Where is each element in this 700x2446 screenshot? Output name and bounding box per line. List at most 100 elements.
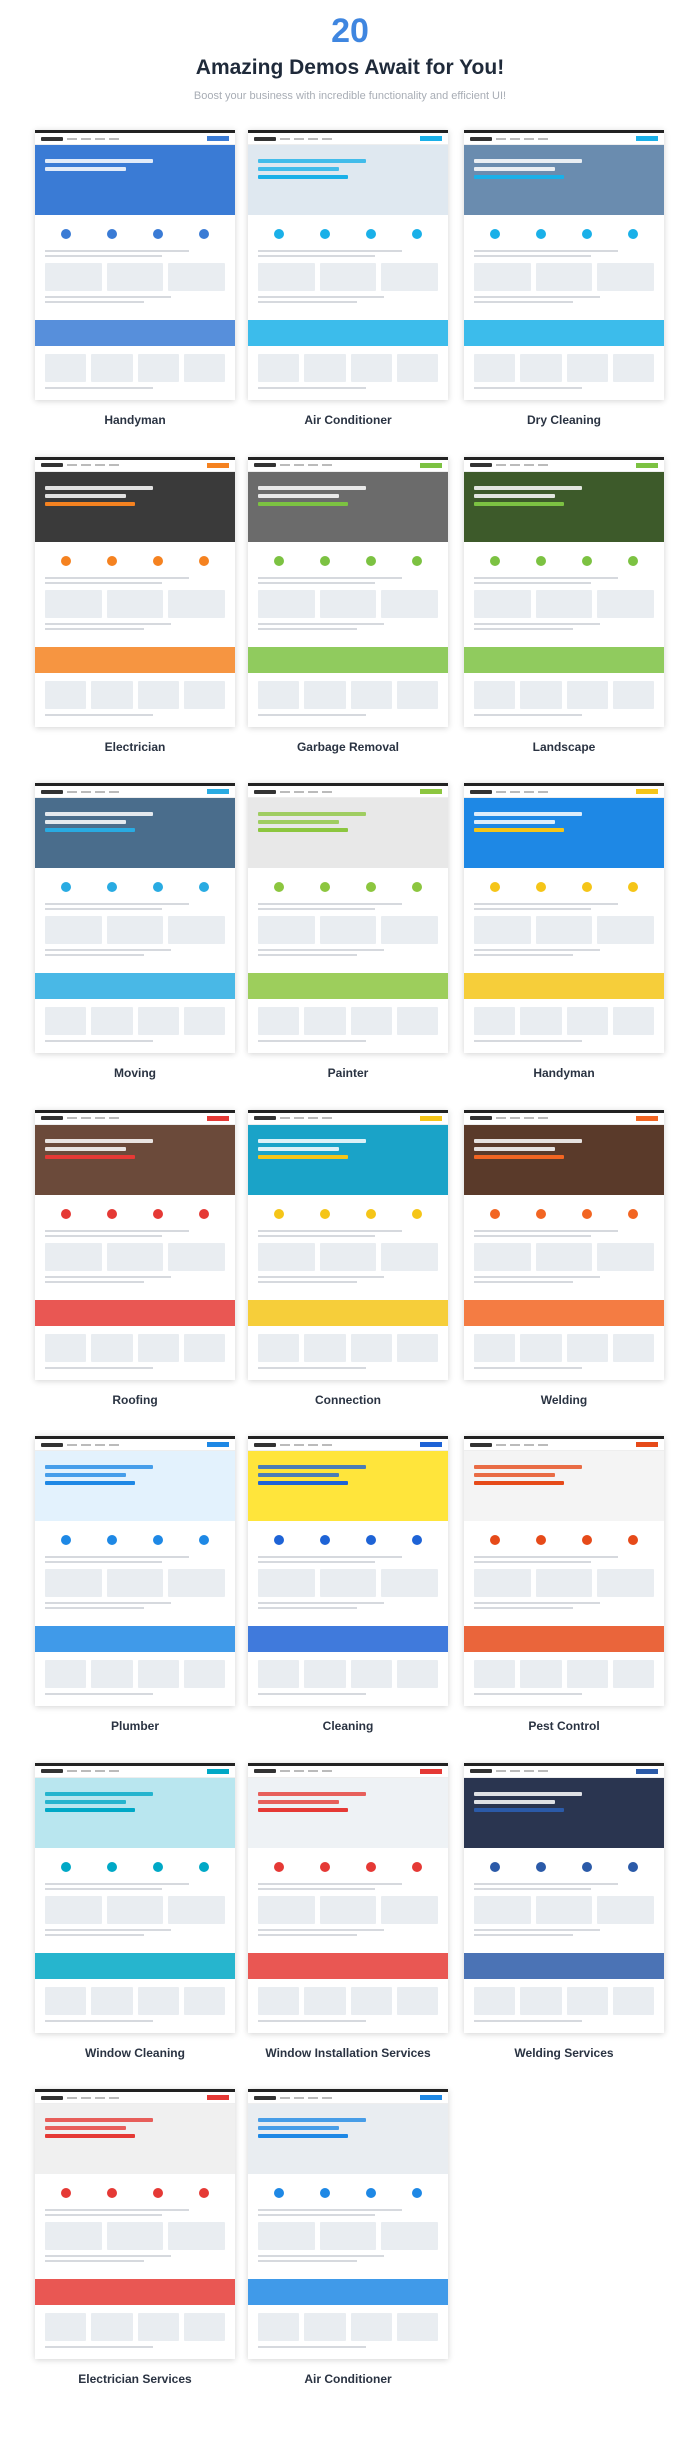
demo-thumbnail[interactable] xyxy=(35,2089,235,2359)
demo-thumbnail[interactable] xyxy=(464,1109,664,1380)
demo-card[interactable]: Roofing xyxy=(35,1109,235,1407)
demo-label[interactable]: Handyman xyxy=(35,413,235,427)
demo-label[interactable]: Dry Cleaning xyxy=(464,413,664,427)
demo-label[interactable]: Roofing xyxy=(35,1393,235,1407)
mini-content xyxy=(464,1521,664,1620)
mini-hero xyxy=(248,471,448,542)
demo-card[interactable]: Plumber xyxy=(35,1436,235,1733)
demo-thumbnail[interactable] xyxy=(248,1436,448,1706)
mini-hero xyxy=(464,1124,664,1195)
demo-card[interactable]: Handyman xyxy=(35,130,235,427)
demo-label[interactable]: Landscape xyxy=(464,740,664,754)
demo-thumbnail[interactable] xyxy=(464,1762,664,2033)
demo-count: 20 xyxy=(331,12,369,50)
demo-card[interactable]: Air Conditioner xyxy=(248,130,448,427)
demo-label[interactable]: Moving xyxy=(35,1066,235,1080)
demo-thumbnail[interactable] xyxy=(464,130,664,400)
demo-thumbnail[interactable] xyxy=(464,1436,664,1706)
mini-hero xyxy=(35,798,235,868)
page-header: 20 Amazing Demos Await for You! Boost yo… xyxy=(0,0,700,102)
demo-label[interactable]: Handyman xyxy=(464,1066,664,1080)
mini-content xyxy=(248,542,448,641)
demo-thumbnail[interactable] xyxy=(248,130,448,400)
mini-nav xyxy=(464,1113,664,1125)
demo-card[interactable]: Welding xyxy=(464,1109,664,1407)
mini-nav xyxy=(248,1439,448,1451)
demo-label[interactable]: Electrician xyxy=(35,740,235,754)
demo-card[interactable]: Landscape xyxy=(464,456,664,754)
demo-thumbnail[interactable] xyxy=(35,130,235,400)
mini-content xyxy=(35,215,235,314)
demo-label[interactable]: Pest Control xyxy=(464,1719,664,1733)
demo-thumbnail[interactable] xyxy=(35,1109,235,1380)
demo-card[interactable]: Handyman xyxy=(464,783,664,1080)
mini-hero xyxy=(35,145,235,215)
mini-hero xyxy=(35,471,235,542)
mini-content xyxy=(35,1521,235,1620)
mini-nav xyxy=(35,133,235,145)
demo-label[interactable]: Electrician Services xyxy=(35,2372,235,2386)
mini-nav xyxy=(35,786,235,798)
demo-card[interactable]: Garbage Removal xyxy=(248,456,448,754)
mini-nav xyxy=(248,133,448,145)
mini-content xyxy=(248,1195,448,1294)
demo-card[interactable]: Cleaning xyxy=(248,1436,448,1733)
demo-card[interactable]: Pest Control xyxy=(464,1436,664,1733)
mini-content xyxy=(248,1521,448,1620)
demo-card[interactable]: Electrician Services xyxy=(35,2089,235,2386)
mini-nav xyxy=(35,1439,235,1451)
demo-label[interactable]: Connection xyxy=(248,1393,448,1407)
mini-content xyxy=(248,2174,448,2273)
demo-card[interactable]: Electrician xyxy=(35,456,235,754)
demo-label[interactable]: Plumber xyxy=(35,1719,235,1733)
mini-nav xyxy=(35,460,235,472)
mini-hero xyxy=(464,1777,664,1848)
mini-content xyxy=(35,1848,235,1947)
mini-hero xyxy=(35,1777,235,1848)
demo-thumbnail[interactable] xyxy=(35,1762,235,2033)
demo-card[interactable]: Air Conditioner xyxy=(248,2089,448,2386)
mini-hero xyxy=(35,2104,235,2174)
demo-thumbnail[interactable] xyxy=(464,783,664,1053)
demo-card[interactable]: Window Cleaning xyxy=(35,1762,235,2060)
demo-card[interactable]: Dry Cleaning xyxy=(464,130,664,427)
mini-content xyxy=(35,1195,235,1294)
mini-content xyxy=(464,868,664,967)
demo-thumbnail[interactable] xyxy=(464,456,664,727)
mini-content xyxy=(248,1848,448,1947)
demo-label[interactable]: Air Conditioner xyxy=(248,2372,448,2386)
demo-thumbnail[interactable] xyxy=(248,456,448,727)
demo-card[interactable]: Welding Services xyxy=(464,1762,664,2060)
mini-hero xyxy=(35,1451,235,1521)
mini-content xyxy=(464,1195,664,1294)
mini-content xyxy=(248,868,448,967)
demo-card[interactable]: Connection xyxy=(248,1109,448,1407)
demo-label[interactable]: Window Installation Services xyxy=(248,2046,448,2060)
demo-thumbnail[interactable] xyxy=(248,2089,448,2359)
mini-content xyxy=(35,2174,235,2273)
mini-nav xyxy=(248,786,448,798)
demo-thumbnail[interactable] xyxy=(35,1436,235,1706)
demo-thumbnail[interactable] xyxy=(248,1762,448,2033)
demo-label[interactable]: Garbage Removal xyxy=(248,740,448,754)
mini-nav xyxy=(35,2092,235,2104)
demo-thumbnail[interactable] xyxy=(35,456,235,727)
demo-thumbnail[interactable] xyxy=(248,1109,448,1380)
demo-label[interactable]: Cleaning xyxy=(248,1719,448,1733)
demo-label[interactable]: Painter xyxy=(248,1066,448,1080)
demo-card[interactable]: Window Installation Services xyxy=(248,1762,448,2060)
demo-card[interactable]: Painter xyxy=(248,783,448,1080)
mini-content xyxy=(35,542,235,641)
demo-label[interactable]: Welding Services xyxy=(464,2046,664,2060)
mini-nav xyxy=(35,1113,235,1125)
mini-hero xyxy=(248,1777,448,1848)
demo-card[interactable]: Moving xyxy=(35,783,235,1080)
demo-thumbnail[interactable] xyxy=(35,783,235,1053)
mini-nav xyxy=(464,1766,664,1778)
demo-label[interactable]: Air Conditioner xyxy=(248,413,448,427)
mini-hero xyxy=(248,1451,448,1521)
demo-label[interactable]: Window Cleaning xyxy=(35,2046,235,2060)
demo-thumbnail[interactable] xyxy=(248,783,448,1053)
demo-label[interactable]: Welding xyxy=(464,1393,664,1407)
page-subtitle: Boost your business with incredible func… xyxy=(193,90,507,102)
